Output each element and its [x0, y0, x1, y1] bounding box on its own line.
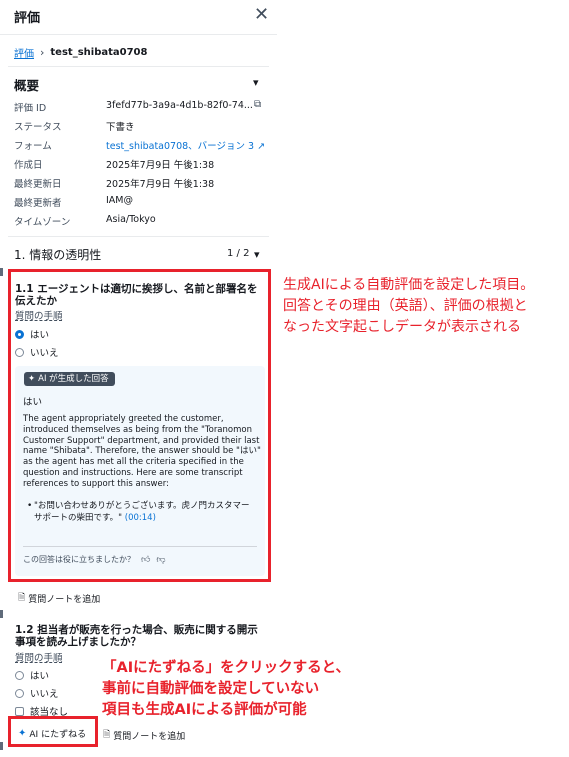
- external-link-icon: ↗: [257, 141, 266, 152]
- edge-marker: [0, 268, 3, 276]
- overview-label: 最終更新者: [14, 198, 62, 209]
- annotation-line: 事前に自動評価を設定していない: [102, 681, 320, 697]
- overview-label: 作成日: [14, 160, 43, 171]
- radio-option-yes[interactable]: はい: [15, 668, 49, 682]
- overview-value: 3fefd77b-3a9a-4d1b-82f0-74...: [106, 100, 253, 111]
- annotation-highlight-box: [8, 716, 98, 747]
- copy-icon[interactable]: ⧉: [254, 99, 261, 110]
- radio-icon[interactable]: [15, 670, 24, 680]
- breadcrumb: 評価 › test_shibata0708: [14, 45, 147, 60]
- edge-marker: [0, 742, 3, 750]
- annotation-line: なった文字起こしデータが表示される: [283, 319, 521, 335]
- panel-header: 評価 ✕: [0, 0, 277, 35]
- overview-label: 評価 ID: [14, 103, 47, 114]
- overview-row-status: ステータス 下書き: [14, 119, 269, 137]
- edge-marker: [0, 610, 3, 618]
- annotation-line: 生成AIによる自動評価を設定した項目。: [283, 277, 535, 293]
- overview-label: 最終更新日: [14, 179, 62, 190]
- breadcrumb-current: test_shibata0708: [50, 47, 148, 58]
- question-title: 1.2 担当者が販売を行った場合、販売に関する開示事項を読み上げましたか？: [15, 624, 258, 648]
- overview-value: 2025年7月9日 午後1:38: [106, 179, 215, 190]
- overview-heading[interactable]: 概要: [14, 75, 39, 94]
- form-link-label[interactable]: test_shibata0708、バージョン 3: [106, 141, 254, 152]
- close-icon[interactable]: ✕: [254, 4, 269, 25]
- annotation-line: 項目も生成AIによる評価が可能: [102, 702, 307, 718]
- add-note-label: 質問ノートを追加: [113, 731, 186, 742]
- overview-value: Asia/Tokyo: [106, 214, 156, 225]
- divider: [8, 236, 269, 237]
- chevron-down-icon[interactable]: ▾: [253, 76, 259, 89]
- breadcrumb-root-link[interactable]: 評価: [14, 45, 34, 60]
- annotation-line: 「AIにたずねる」をクリックすると、: [102, 660, 351, 676]
- section-page-indicator: 1 / 2: [227, 248, 250, 259]
- chevron-down-icon[interactable]: ▾: [254, 248, 260, 261]
- overview-row-form: フォーム test_shibata0708、バージョン 3 ↗: [14, 138, 269, 156]
- overview-value: 下書き: [106, 122, 135, 133]
- annotation-line: 回答とその理由（英語）、評価の根拠と: [283, 298, 528, 314]
- annotation-highlight-box: [8, 269, 271, 582]
- add-note-icon: 🗎: [18, 593, 26, 603]
- panel-title: 評価: [14, 11, 41, 26]
- radio-label: いいえ: [30, 689, 59, 700]
- add-note-label: 質問ノートを追加: [28, 594, 101, 605]
- overview-label: フォーム: [14, 141, 52, 152]
- overview-label: タイムゾーン: [14, 217, 71, 228]
- overview-row-updated: 最終更新日 2025年7月9日 午後1:38: [14, 176, 269, 194]
- checkbox-icon[interactable]: [15, 706, 24, 716]
- radio-option-no[interactable]: いいえ: [15, 686, 59, 700]
- overview-row-created: 作成日 2025年7月9日 午後1:38: [14, 157, 269, 175]
- overview-value: 2025年7月9日 午後1:38: [106, 160, 215, 171]
- overview-row-timezone: タイムゾーン Asia/Tokyo: [14, 214, 269, 232]
- section-title[interactable]: 1. 情報の透明性: [14, 246, 101, 263]
- radio-icon[interactable]: [15, 688, 24, 698]
- annotation-text: 生成AIによる自動評価を設定した項目。 回答とその理由（英語）、評価の根拠と な…: [283, 275, 534, 338]
- chevron-right-icon: ›: [40, 46, 45, 59]
- overview-label: ステータス: [14, 122, 62, 133]
- form-link[interactable]: test_shibata0708、バージョン 3 ↗: [106, 138, 265, 152]
- radio-label: はい: [30, 671, 50, 682]
- overview-value: IAM@: [106, 195, 133, 206]
- add-note-icon: 🗎: [103, 730, 111, 740]
- question-instructions[interactable]: 質問の手順: [15, 650, 63, 664]
- overview-row-id: 評価 ID 3fefd77b-3a9a-4d1b-82f0-74... ⧉: [14, 99, 269, 118]
- divider: [8, 66, 269, 67]
- add-question-note-button[interactable]: 🗎 質問ノートを追加: [103, 727, 185, 743]
- add-question-note-button[interactable]: 🗎 質問ノートを追加: [18, 590, 100, 606]
- overview-row-updated-by: 最終更新者 IAM@: [14, 195, 269, 213]
- annotation-text: 「AIにたずねる」をクリックすると、 事前に自動評価を設定していない 項目も生成…: [102, 658, 350, 721]
